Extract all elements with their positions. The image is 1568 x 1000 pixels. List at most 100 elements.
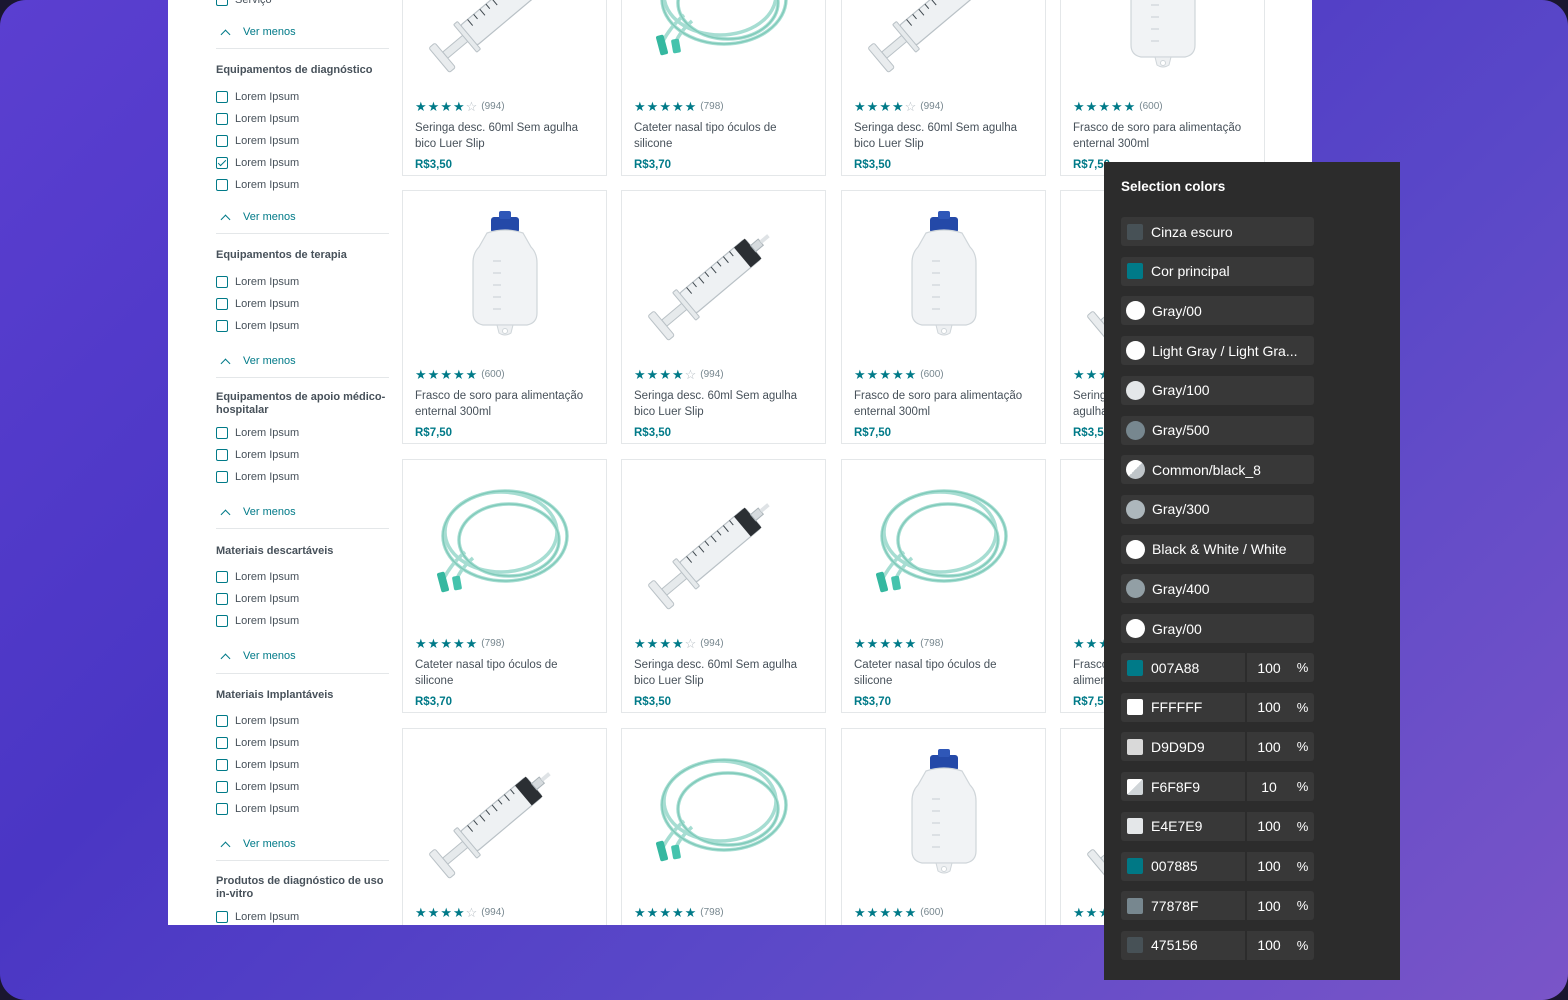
product-card[interactable]: ★★★★★(600)Frasco de soro para xyxy=(841,728,1046,925)
filter-option[interactable]: Lorem Ipsum xyxy=(216,613,299,629)
opacity-field[interactable]: 100 xyxy=(1247,891,1291,921)
hex-value-field[interactable]: F6F8F9 xyxy=(1121,772,1245,802)
product-name[interactable]: Cateter nasal tipo óculos de silicone xyxy=(854,657,1034,689)
filter-option[interactable]: Lorem Ipsum xyxy=(216,735,299,751)
product-image[interactable] xyxy=(1061,0,1264,73)
product-name[interactable]: Seringa desc. 60ml Sem agulha bico Luer … xyxy=(634,657,814,689)
filter-option[interactable]: Lorem Ipsum xyxy=(216,133,299,149)
product-image[interactable] xyxy=(622,191,825,341)
filter-option[interactable]: Lorem Ipsum xyxy=(216,296,299,312)
color-style-row[interactable]: Gray/300 xyxy=(1121,494,1314,524)
checkbox[interactable] xyxy=(216,449,228,461)
product-image[interactable] xyxy=(622,729,825,879)
checkbox[interactable] xyxy=(216,737,228,749)
color-style-row[interactable]: Gray/00 xyxy=(1121,296,1314,326)
checkbox[interactable] xyxy=(216,615,228,627)
filter-option[interactable]: Lorem Ipsum xyxy=(216,89,299,105)
color-style-row[interactable]: Light Gray / Light Gra... xyxy=(1121,336,1314,366)
opacity-field[interactable]: 100 xyxy=(1247,692,1291,722)
checkbox[interactable] xyxy=(216,320,228,332)
hex-color-row[interactable]: F6F8F9 10% xyxy=(1121,772,1314,802)
product-card[interactable]: ★ ★ ★ ★ ☆ (994) Seringa desc. 60ml Sem agulha … xyxy=(402,0,607,176)
hex-value-field[interactable]: D9D9D9 xyxy=(1121,732,1245,762)
color-style-row[interactable]: Gray/00 xyxy=(1121,614,1314,643)
product-name[interactable]: Frasco de soro para alimentação enternal… xyxy=(415,388,595,420)
hex-color-row[interactable]: 77878F 100% xyxy=(1121,891,1314,921)
product-name[interactable]: Seringa desc. 60ml Sem agulha bico Luer … xyxy=(415,120,595,152)
hex-color-row[interactable]: 475156 100% xyxy=(1121,930,1314,960)
product-card[interactable]: ★ ★ ★ ★ ★ (798) Cateter nasal tipo óculos de s… xyxy=(621,0,826,176)
checkbox[interactable] xyxy=(216,759,228,771)
product-card[interactable]: ★ ★ ★ ★ ☆ (994) Seringa desc. 60ml Sem agulha … xyxy=(621,459,826,713)
color-style-row[interactable]: Cinza escuro xyxy=(1121,217,1314,246)
hex-color-row[interactable]: D9D9D9 100% xyxy=(1121,732,1314,762)
filter-option[interactable]: Lorem Ipsum xyxy=(216,779,299,795)
product-image[interactable] xyxy=(622,460,825,610)
product-name[interactable]: Frasco de soro para alimentação enternal… xyxy=(854,388,1034,420)
product-image[interactable] xyxy=(403,191,606,341)
checkbox[interactable] xyxy=(216,911,228,923)
product-card[interactable]: ★ ★ ★ ★ ☆ (994) Seringa desc. 60ml Sem agulha … xyxy=(841,0,1046,176)
show-less-link[interactable]: Ver menos xyxy=(216,504,296,520)
filter-option[interactable]: Lorem Ipsum xyxy=(216,318,299,334)
checkbox[interactable] xyxy=(216,276,228,288)
hex-color-row[interactable]: FFFFFF 100% xyxy=(1121,692,1314,722)
color-style-row[interactable]: Cor principal xyxy=(1121,256,1314,286)
product-card[interactable]: ★ ★ ★ ★ ★ (600) Frasco de soro para alimentaçã… xyxy=(1060,0,1265,176)
filter-option[interactable]: Lorem Ipsum xyxy=(216,713,299,729)
filter-option[interactable]: Lorem Ipsum xyxy=(216,757,299,773)
product-card[interactable]: ★★★★★(798)Cateter nasal tipo óculos de xyxy=(621,728,826,925)
checkbox[interactable] xyxy=(216,91,228,103)
product-image[interactable] xyxy=(403,460,606,610)
product-image[interactable] xyxy=(842,191,1045,341)
hex-color-row[interactable]: E4E7E9 100% xyxy=(1121,811,1314,841)
checkbox[interactable] xyxy=(216,0,228,6)
checkbox[interactable] xyxy=(216,427,228,439)
product-image[interactable] xyxy=(842,0,1045,73)
product-name[interactable]: Frasco de soro para alimentação enternal… xyxy=(1073,120,1253,152)
show-less-link[interactable]: Ver menos xyxy=(216,209,296,225)
product-card[interactable]: ★ ★ ★ ★ ★ (600) Frasco de soro para alimentaçã… xyxy=(841,190,1046,444)
hex-value-field[interactable]: 77878F xyxy=(1121,891,1245,921)
checkbox[interactable] xyxy=(216,179,228,191)
checkbox[interactable] xyxy=(216,113,228,125)
filter-option[interactable]: Lorem Ipsum xyxy=(216,425,299,441)
product-name[interactable]: Cateter nasal tipo óculos de silicone xyxy=(634,120,814,152)
product-name[interactable]: Seringa desc. 60ml Sem agulha bico Luer … xyxy=(854,120,1034,152)
color-style-row[interactable]: Gray/400 xyxy=(1121,574,1314,604)
opacity-field[interactable]: 100 xyxy=(1247,811,1291,841)
filter-option[interactable]: Lorem Ipsum xyxy=(216,801,299,817)
filter-option[interactable]: Lorem Ipsum xyxy=(216,155,299,171)
checkbox[interactable] xyxy=(216,298,228,310)
opacity-field[interactable]: 10 xyxy=(1247,772,1291,802)
hex-color-row[interactable]: 007A88 100% xyxy=(1121,653,1314,682)
checkbox[interactable] xyxy=(216,157,228,169)
hex-value-field[interactable]: 475156 xyxy=(1121,930,1245,960)
hex-color-row[interactable]: 007885 100% xyxy=(1121,851,1314,881)
product-card[interactable]: ★ ★ ★ ★ ★ (798) Cateter nasal tipo óculos de s… xyxy=(402,459,607,713)
hex-value-field[interactable]: 007A88 xyxy=(1121,653,1245,682)
color-style-row[interactable]: Common/black_8 xyxy=(1121,455,1314,485)
product-card[interactable]: ★★★★☆(994)Seringa desc. 60ml Sem xyxy=(402,728,607,925)
opacity-field[interactable]: 100 xyxy=(1247,653,1291,682)
color-style-row[interactable]: Gray/100 xyxy=(1121,375,1314,405)
product-name[interactable]: Cateter nasal tipo óculos de silicone xyxy=(415,657,595,689)
filter-option[interactable]: Lorem Ipsum xyxy=(216,111,299,127)
opacity-field[interactable]: 100 xyxy=(1247,930,1291,960)
filter-option[interactable]: Lorem Ipsum xyxy=(216,447,299,463)
filter-option[interactable]: Lorem Ipsum xyxy=(216,909,299,925)
filter-option[interactable]: Lorem Ipsum xyxy=(216,569,299,585)
color-style-row[interactable]: Black & White / White xyxy=(1121,534,1314,564)
show-less-link[interactable]: Ver menos xyxy=(216,24,296,40)
show-less-link[interactable]: Ver menos xyxy=(216,836,296,852)
filter-option[interactable]: Lorem Ipsum xyxy=(216,177,299,193)
show-less-link[interactable]: Ver menos xyxy=(216,648,296,664)
hex-value-field[interactable]: FFFFFF xyxy=(1121,692,1245,722)
product-card[interactable]: ★ ★ ★ ★ ☆ (994) Seringa desc. 60ml Sem agulha … xyxy=(621,190,826,444)
filter-option[interactable]: Lorem Ipsum xyxy=(216,591,299,607)
opacity-field[interactable]: 100 xyxy=(1247,732,1291,762)
checkbox[interactable] xyxy=(216,593,228,605)
opacity-field[interactable]: 100 xyxy=(1247,851,1291,881)
show-less-link[interactable]: Ver menos xyxy=(216,353,296,369)
color-style-row[interactable]: Gray/500 xyxy=(1121,415,1314,445)
